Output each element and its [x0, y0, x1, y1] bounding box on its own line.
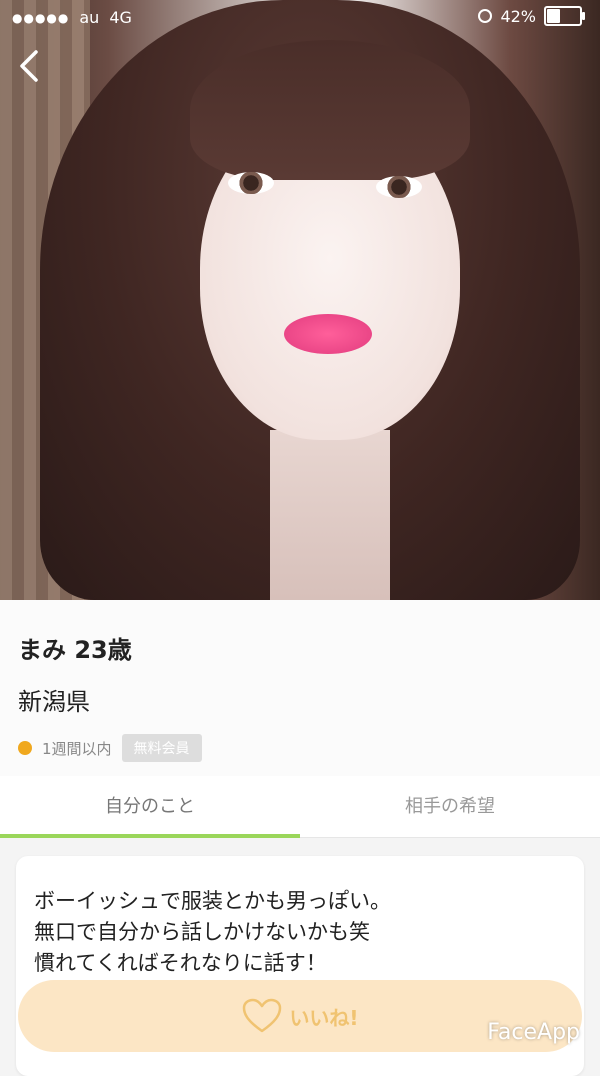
photo-lips	[284, 314, 372, 354]
profile-info: まみ 23歳 新潟県 1週間以内 無料会員	[0, 600, 600, 776]
photo-right-eye	[376, 176, 422, 198]
chevron-left-icon	[20, 50, 38, 82]
name-age: まみ 23歳	[18, 636, 132, 664]
active-tab-indicator	[0, 834, 300, 838]
battery-percent: 42%	[500, 6, 536, 26]
battery-icon	[544, 6, 585, 26]
faceapp-watermark: FaceApp	[487, 1020, 580, 1045]
heart-icon	[243, 998, 282, 1033]
profile-photo[interactable]	[0, 0, 600, 600]
tab-about-me[interactable]: 自分のこと	[0, 776, 300, 834]
photo-neck	[270, 430, 390, 600]
membership-badge: 無料会員	[121, 734, 202, 762]
status-bar: ●●●●● au 4G 42%	[0, 0, 600, 36]
signal-dots-icon: ●●●●●	[12, 10, 70, 25]
bio-text: ボーイッシュで服装とかも男っぽい。 無口で自分から話しかけないかも笑 慣れてくれ…	[34, 889, 391, 975]
network-label: 4G	[109, 8, 132, 27]
like-label: いいね!	[289, 1005, 359, 1030]
prefecture: 新潟県	[18, 688, 90, 716]
carrier-label: au	[79, 8, 100, 27]
photo-left-eye	[228, 172, 274, 194]
alarm-icon	[478, 9, 493, 23]
back-button[interactable]	[6, 44, 50, 88]
login-meta: 1週間以内 無料会員	[18, 734, 202, 762]
photo-bangs	[190, 40, 470, 180]
last-login: 1週間以内	[42, 739, 112, 758]
online-status-icon	[18, 741, 32, 755]
profile-tabs: 自分のこと 相手の希望	[0, 776, 600, 838]
tab-preferences[interactable]: 相手の希望	[300, 776, 600, 834]
